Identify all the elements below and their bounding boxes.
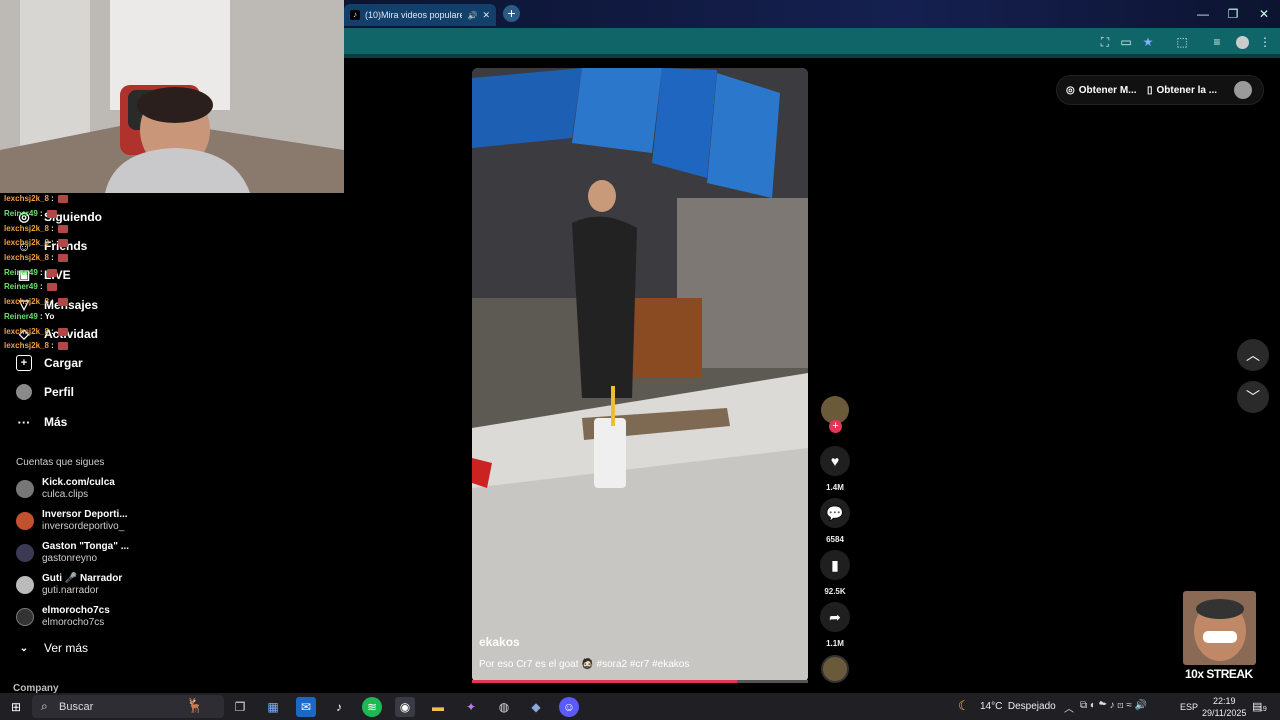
user-avatar[interactable] [1234, 81, 1252, 99]
profile-avatar-icon[interactable] [1234, 34, 1250, 50]
weather-moon-icon: ☾ [958, 698, 970, 713]
browser-tab[interactable]: ♪ (10)Mira videos populares 🔊 ✕ [344, 4, 496, 26]
chat-message: lexchsj2k_8 : [4, 297, 69, 306]
avatar [16, 608, 34, 626]
copilot-icon[interactable]: ✦ [461, 697, 481, 717]
sidebar-item-upload[interactable]: + Cargar [16, 352, 83, 374]
chat-message: lexchsj2k_8 : [4, 194, 69, 203]
heart-icon: ♥ [820, 446, 850, 476]
share-button[interactable]: ➦ 1.1M [820, 602, 850, 648]
followed-account[interactable]: Guti 🎤 Narrador guti.narrador [16, 571, 122, 599]
search-placeholder: Buscar [59, 701, 94, 713]
upload-icon: + [16, 355, 32, 371]
streak-label: 10x STREAK [1185, 667, 1253, 681]
chat-message: Reiner49 : [4, 209, 57, 218]
sidebar-item-more[interactable]: ··· Más [16, 411, 68, 433]
chat-message: Reiner49 : [4, 282, 57, 291]
streak-image [1183, 591, 1256, 665]
following-section-title: Cuentas que sigues [16, 457, 105, 468]
get-app-button[interactable]: ▯ Obtener la ... [1147, 80, 1217, 100]
chevron-down-icon: ﹀ [1246, 389, 1260, 405]
search-icon: ⌕ [41, 699, 48, 713]
discord-icon[interactable]: ☺ [559, 697, 579, 717]
close-tab-icon[interactable]: ✕ [482, 10, 490, 21]
clock-time[interactable]: 22:19 [1213, 696, 1236, 706]
phone-icon: ▯ [1147, 84, 1153, 96]
chevron-down-icon: ⌄ [19, 642, 29, 654]
save-button[interactable]: ▮ 92.5K [820, 550, 850, 596]
tiktok-app-icon[interactable]: ♪ [329, 697, 349, 717]
translate-icon[interactable]: ⛶ [1097, 34, 1113, 50]
followed-account[interactable]: Kick.com/culca culca.clips [16, 475, 115, 503]
restore-button[interactable]: ❐ [1218, 0, 1248, 28]
task-view-icon[interactable]: ❐ [230, 697, 250, 717]
followed-account[interactable]: Gaston "Tonga" ... gastonreyno [16, 539, 129, 567]
language-indicator[interactable]: ESP [1180, 702, 1198, 712]
comment-button[interactable]: 💬 6584 [820, 498, 850, 544]
share-icon: ➦ [820, 602, 850, 632]
media-icon[interactable]: ≡ [1209, 34, 1225, 50]
close-window-button[interactable]: ✕ [1249, 0, 1279, 28]
bookmark-icon: ▮ [820, 550, 850, 580]
browser-menu-icon[interactable]: ⋮ [1257, 34, 1273, 50]
avatar [16, 480, 34, 498]
minimize-button[interactable]: — [1188, 0, 1218, 28]
avatar [16, 576, 34, 594]
tray-chevron-icon[interactable]: ︿ [1064, 700, 1074, 715]
video-progress-fill [472, 680, 738, 683]
sound-disc-icon[interactable] [821, 655, 849, 683]
extensions-icon[interactable]: ⬚ [1174, 34, 1190, 50]
chat-message: Reiner49 : [4, 268, 57, 277]
toolbar-divider [344, 54, 1280, 58]
followed-account[interactable]: Inversor Deporti... inversordeportivo_ [16, 507, 128, 535]
video-author[interactable]: ekakos [479, 635, 520, 649]
tiktok-icon: ♪ [350, 10, 360, 20]
chat-message: lexchsj2k_8 : [4, 253, 69, 262]
video-frame [472, 68, 808, 682]
chat-message: lexchsj2k_8 : [4, 224, 69, 233]
previous-video-button[interactable]: ︿ [1237, 339, 1269, 371]
like-button[interactable]: ♥ 1.4M [820, 446, 850, 492]
clock-date[interactable]: 29/11/2025 [1202, 708, 1246, 718]
get-coins-button[interactable]: ◎ Obtener M... [1066, 80, 1137, 100]
see-more-button[interactable]: ⌄ Ver más [16, 637, 88, 659]
weather-text[interactable]: 14°C Despejado [980, 701, 1056, 712]
tab-title: (10)Mira videos populares [365, 10, 463, 20]
profile-icon [16, 384, 32, 400]
next-video-button[interactable]: ﹀ [1237, 381, 1269, 413]
tray-icons[interactable]: ⧉ ◐ ☁ ♪ ⊡ ≈ 🔊 [1080, 700, 1147, 711]
obs-icon[interactable]: ◍ [494, 697, 514, 717]
chat-message: lexchsj2k_8 : [4, 327, 69, 336]
coin-icon: ◎ [1066, 84, 1075, 96]
cast-icon[interactable]: ▭ [1118, 34, 1134, 50]
chrome-icon[interactable]: ◉ [395, 697, 415, 717]
audio-icon[interactable]: 🔊 [467, 11, 477, 20]
search-highlight-icon: 🦌 [186, 697, 204, 713]
webcam-image [0, 0, 344, 193]
new-tab-button[interactable]: + [503, 5, 520, 22]
spotify-icon[interactable]: ≋ [362, 697, 382, 717]
video-caption: Por eso Cr7 es el goat 🧔🏻 #sora2 #cr7 #e… [479, 659, 690, 670]
store-icon[interactable]: ▦ [263, 697, 283, 717]
chat-message: Reiner49 : Yo [4, 312, 55, 321]
followed-account[interactable]: elmorocho7cs elmorocho7cs [16, 603, 110, 631]
chat-message: lexchsj2k_8 : [4, 341, 69, 350]
chevron-up-icon: ︿ [1246, 347, 1260, 363]
more-icon: ··· [17, 414, 31, 430]
avatar [16, 544, 34, 562]
file-explorer-icon[interactable]: ▬ [428, 697, 448, 717]
follow-plus-icon[interactable]: + [829, 420, 842, 433]
video-player[interactable]: ekakos Por eso Cr7 es el goat 🧔🏻 #sora2 … [472, 68, 808, 682]
webcam-overlay [0, 0, 344, 193]
comment-icon: 💬 [820, 498, 850, 528]
windows-start-icon[interactable]: ⊞ [6, 697, 26, 717]
bookmark-star-icon[interactable]: ★ [1140, 34, 1156, 50]
outlook-icon[interactable]: ✉ [296, 697, 316, 717]
chat-message: lexchsj2k_8 : [4, 238, 69, 247]
notification-count: 19 [1259, 706, 1267, 713]
avatar [16, 512, 34, 530]
app-icon[interactable]: ◆ [526, 697, 546, 717]
sidebar-item-profile[interactable]: Perfil [16, 381, 74, 403]
